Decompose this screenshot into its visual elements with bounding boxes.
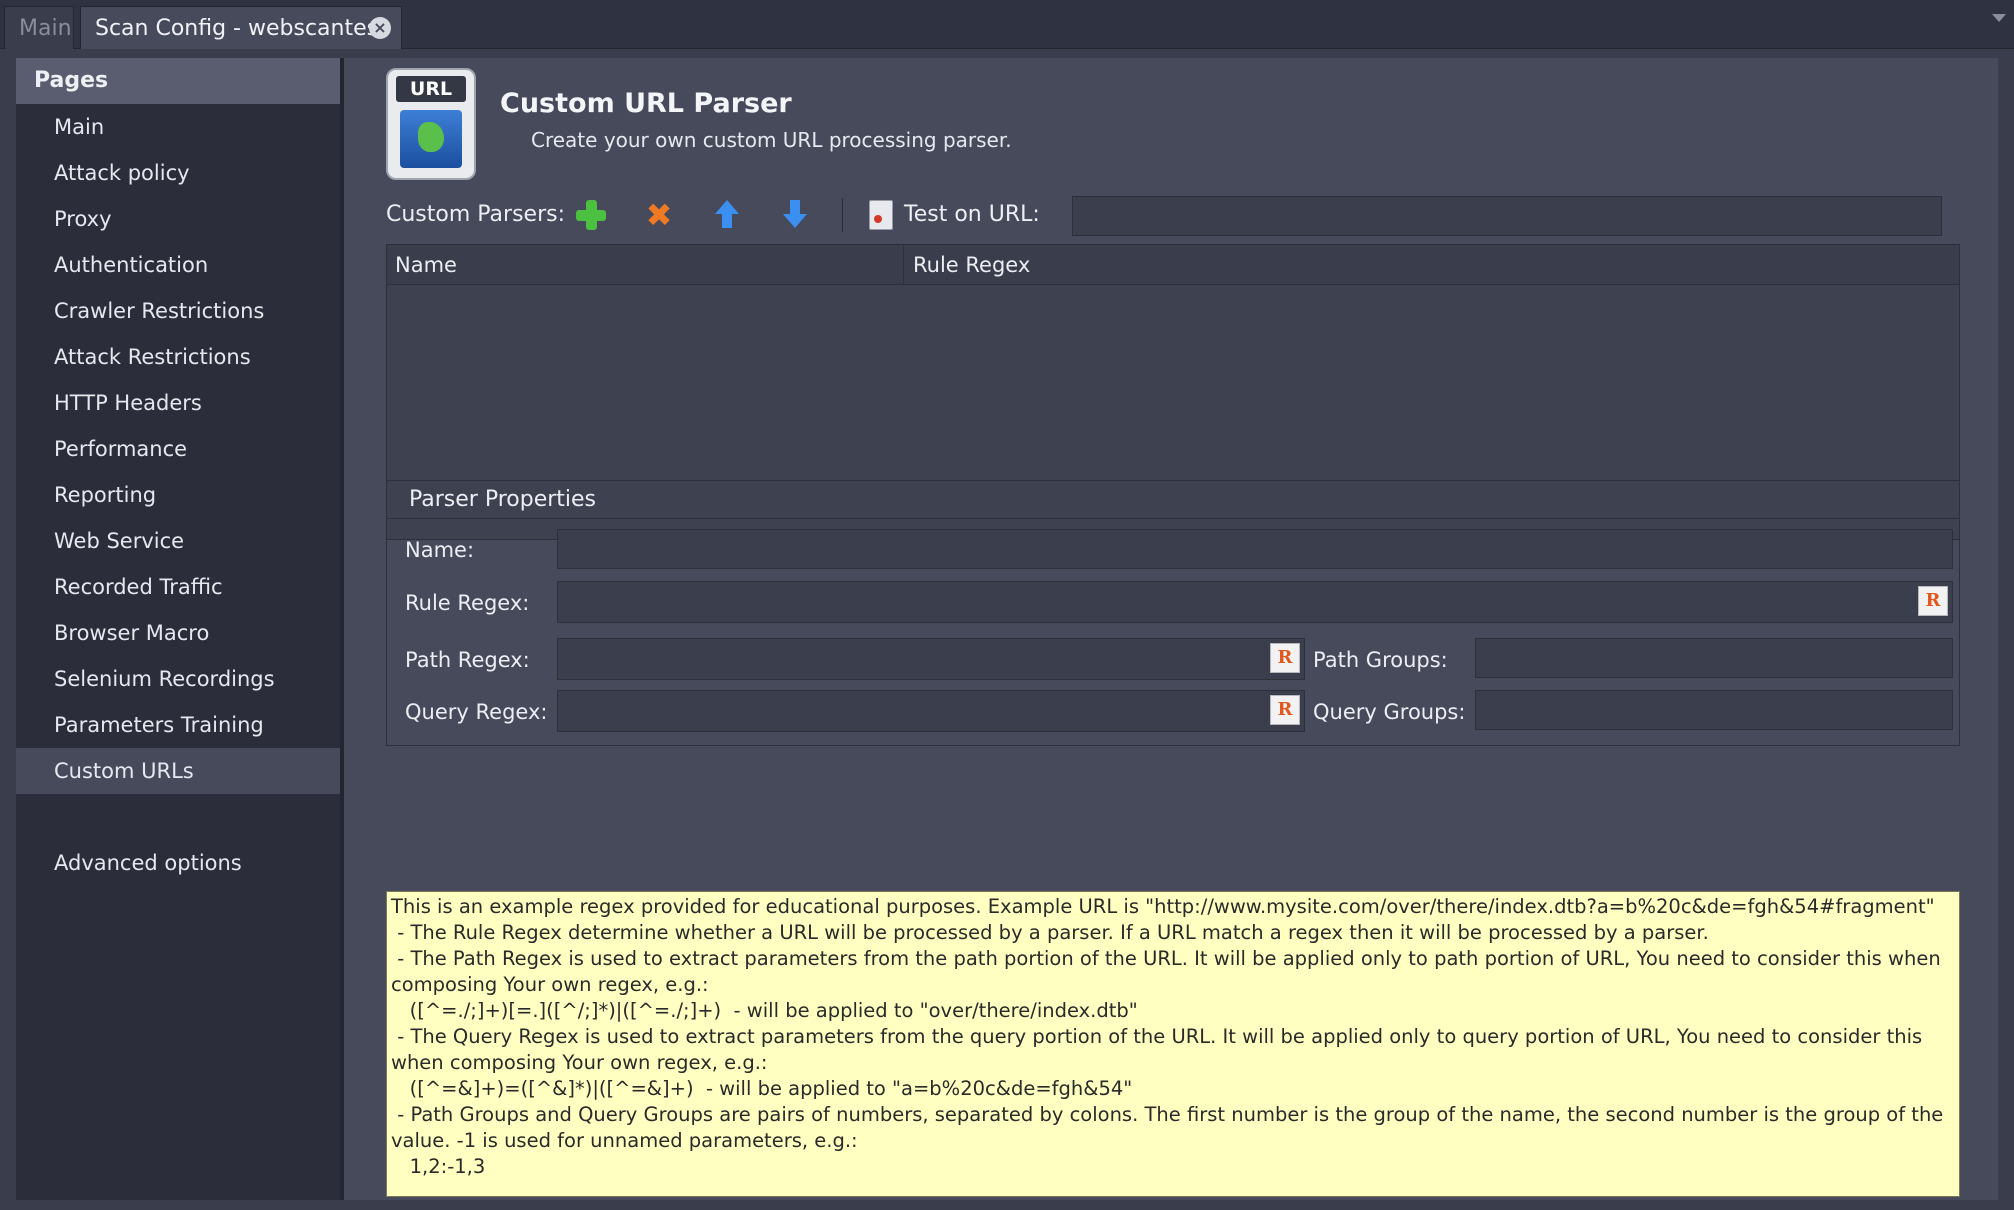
query-groups-label: Query Groups: [1313, 700, 1466, 724]
sidebar-item-web-service[interactable]: Web Service [16, 518, 340, 564]
regex-builder-icon[interactable]: R [1270, 695, 1300, 725]
rule-regex-label: Rule Regex: [405, 591, 530, 615]
tab-main[interactable]: Main [4, 6, 74, 49]
sidebar-item-http-headers[interactable]: HTTP Headers [16, 380, 340, 426]
arrow-down-icon[interactable] [780, 200, 810, 230]
pages-sidebar: Pages Main Attack policy Proxy Authentic… [16, 58, 340, 1200]
tab-bar: Main Scan Config - webscantest × [0, 0, 2014, 49]
sidebar-item-main[interactable]: Main [16, 104, 340, 150]
sidebar-item-reporting[interactable]: Reporting [16, 472, 340, 518]
tab-scan-config-label: Scan Config - webscantest [95, 16, 387, 41]
parser-properties-group: Parser Properties Name: Rule Regex: R Pa… [386, 480, 1960, 746]
regex-builder-icon[interactable]: R [1270, 643, 1300, 673]
url-parser-logo-icon: URL [386, 68, 476, 180]
sidebar-item-custom-urls[interactable]: Custom URLs [16, 748, 340, 794]
path-regex-field[interactable]: R [557, 638, 1305, 680]
sidebar-item-attack-policy[interactable]: Attack policy [16, 150, 340, 196]
document-icon[interactable] [869, 200, 893, 230]
path-groups-field[interactable] [1475, 638, 1953, 678]
table-header: Name Rule Regex [387, 245, 1959, 285]
sidebar-item-authentication[interactable]: Authentication [16, 242, 340, 288]
tab-list-dropdown-icon[interactable] [1992, 14, 2006, 22]
column-separator[interactable] [903, 245, 904, 285]
regex-builder-icon[interactable]: R [1918, 586, 1948, 616]
globe-icon [400, 110, 462, 168]
query-regex-label: Query Regex: [405, 700, 548, 724]
parser-properties-title: Parser Properties [387, 481, 1959, 519]
sidebar-header: Pages [16, 58, 340, 104]
path-regex-label: Path Regex: [405, 648, 530, 672]
column-header-name[interactable]: Name [395, 245, 457, 285]
toolbar-separator [842, 198, 843, 232]
sidebar-item-parameters-training[interactable]: Parameters Training [16, 702, 340, 748]
rule-regex-field[interactable]: R [557, 581, 1953, 623]
plus-icon[interactable] [576, 200, 606, 230]
sidebar-item-attack-restrictions[interactable]: Attack Restrictions [16, 334, 340, 380]
tab-scan-config[interactable]: Scan Config - webscantest × [80, 6, 402, 49]
custom-parsers-label: Custom Parsers: [386, 202, 565, 227]
path-groups-label: Path Groups: [1313, 648, 1448, 672]
page-title: Custom URL Parser [500, 88, 792, 119]
sidebar-item-performance[interactable]: Performance [16, 426, 340, 472]
sidebar-item-crawler-restrictions[interactable]: Crawler Restrictions [16, 288, 340, 334]
help-text-box: This is an example regex provided for ed… [386, 891, 1960, 1197]
sidebar-item-advanced-options[interactable]: Advanced options [16, 840, 340, 886]
query-regex-field[interactable]: R [557, 690, 1305, 732]
sidebar-item-browser-macro[interactable]: Browser Macro [16, 610, 340, 656]
arrow-up-icon[interactable] [712, 200, 742, 230]
logo-text: URL [396, 76, 466, 102]
query-groups-field[interactable] [1475, 690, 1953, 730]
name-label: Name: [405, 538, 475, 562]
delete-icon[interactable]: ✖ [644, 199, 674, 231]
name-field[interactable] [557, 529, 1953, 569]
test-url-input[interactable] [1072, 196, 1942, 236]
sidebar-item-selenium-recordings[interactable]: Selenium Recordings [16, 656, 340, 702]
test-on-url-label: Test on URL: [904, 202, 1040, 227]
sidebar-item-proxy[interactable]: Proxy [16, 196, 340, 242]
parsers-toolbar: Custom Parsers: ✖ Test on URL: [386, 192, 1960, 238]
page-subtitle: Create your own custom URL processing pa… [531, 128, 1012, 152]
sidebar-item-recorded-traffic[interactable]: Recorded Traffic [16, 564, 340, 610]
column-header-rule-regex[interactable]: Rule Regex [913, 245, 1030, 285]
main-panel: URL Custom URL Parser Create your own cu… [344, 58, 1998, 1200]
close-icon[interactable]: × [369, 17, 391, 39]
